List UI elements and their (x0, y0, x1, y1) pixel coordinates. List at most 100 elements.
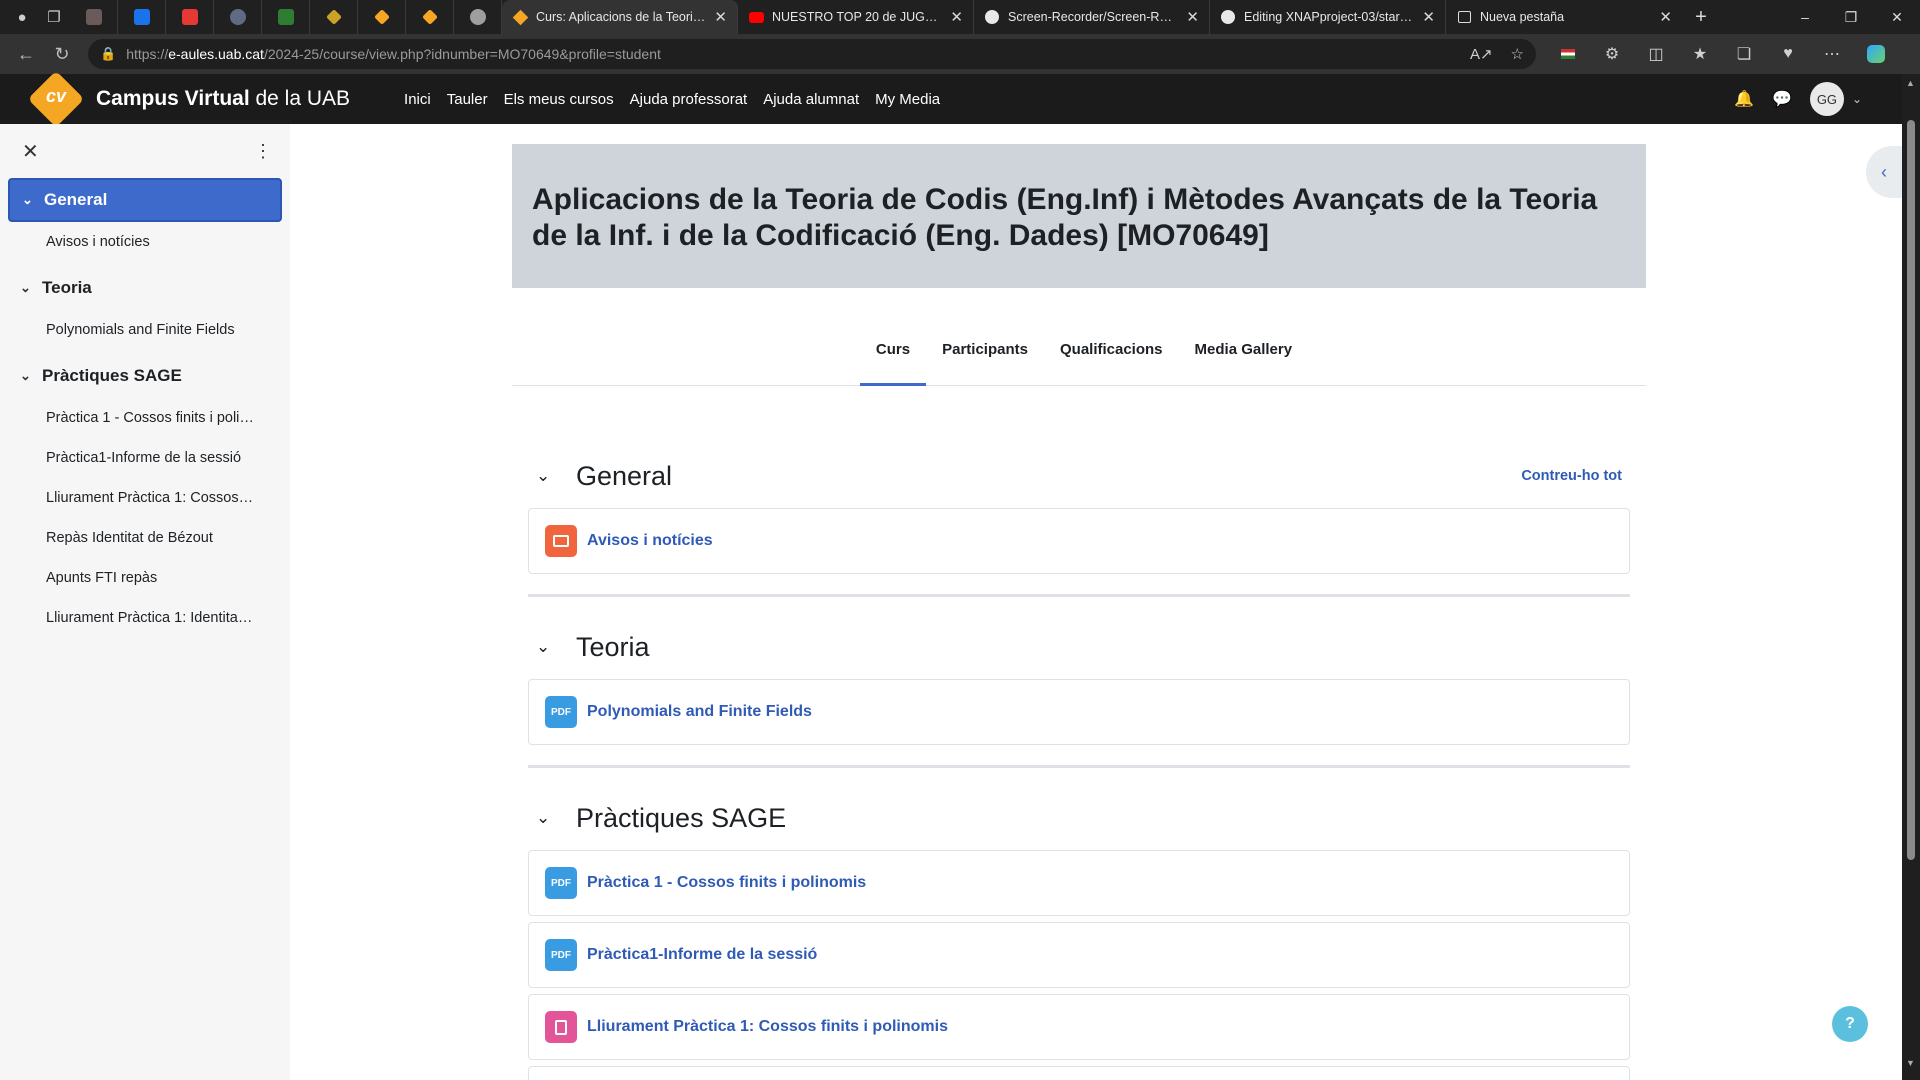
section-title[interactable]: Teoria (576, 632, 650, 663)
open-block-drawer-icon[interactable]: ‹ (1866, 146, 1902, 198)
activity-item[interactable]: Lliurament Pràctica 1: Cossos finits i p… (528, 994, 1630, 1060)
notifications-bell-icon[interactable]: 🔔 (1734, 89, 1754, 109)
profile-icon[interactable]: ● (6, 3, 38, 31)
scrollbar-thumb[interactable] (1907, 120, 1915, 860)
tab-github-editing[interactable]: Editing XNAPproject-03/starting ✕ (1210, 0, 1446, 34)
drawer-item[interactable]: Pràctica 1 - Cossos finits i polinomis (8, 398, 282, 438)
messages-icon[interactable]: 💬 (1772, 89, 1792, 109)
page-scrollbar[interactable]: ▲ ▼ (1902, 74, 1920, 1080)
nav-inici[interactable]: Inici (404, 91, 431, 108)
reload-icon[interactable]: ↻ (44, 38, 80, 70)
github-icon (1220, 9, 1236, 25)
restore-icon[interactable]: ❐ (1828, 0, 1874, 34)
tab-youtube[interactable]: NUESTRO TOP 20 de JUGADORE ✕ (738, 0, 974, 34)
address-bar: ← ↻ 🔒 https://e-aules.uab.cat/2024-25/co… (0, 34, 1920, 74)
chevron-down-icon[interactable]: ⌄ (528, 808, 576, 828)
section-title[interactable]: Pràctiques SAGE (576, 803, 786, 834)
chevron-down-icon[interactable]: ⌄ (20, 368, 42, 384)
nav-ajuda-professorat[interactable]: Ajuda professorat (630, 91, 748, 108)
drawer-item[interactable]: Polynomials and Finite Fields (8, 310, 282, 350)
nav-tauler[interactable]: Tauler (447, 91, 488, 108)
site-brand[interactable]: Campus Virtual de la UAB (96, 87, 350, 111)
chevron-down-icon[interactable]: ⌄ (22, 192, 44, 208)
chevron-down-icon[interactable]: ⌄ (528, 466, 576, 486)
collections-icon[interactable]: ❏ (1722, 38, 1766, 70)
drawer-item[interactable]: Repàs Identitat de Bézout (8, 518, 282, 558)
tab-media-gallery[interactable]: Media Gallery (1179, 336, 1309, 386)
activity-item[interactable]: Avisos i notícies (528, 508, 1630, 574)
tab-github-recorder[interactable]: Screen-Recorder/Screen-Record ✕ (974, 0, 1210, 34)
drawer-item[interactable]: Pràctica1-Informe de la sessió (8, 438, 282, 478)
help-button[interactable]: ? (1832, 1006, 1868, 1042)
course-tabs: Curs Participants Qualificacions Media G… (512, 336, 1646, 386)
favorite-star-icon[interactable]: ☆ (1511, 45, 1524, 63)
tab-participants[interactable]: Participants (926, 336, 1044, 386)
lock-icon[interactable]: 🔒 (100, 46, 116, 62)
tab-new[interactable]: Nueva pestaña ✕ (1446, 0, 1682, 34)
pinned-tab[interactable] (70, 0, 118, 34)
activity-item[interactable]: PDF Pràctica1-Informe de la sessió (528, 922, 1630, 988)
collapse-all-link[interactable]: Contreu-ho tot (1521, 468, 1622, 484)
workspaces-icon[interactable]: ❐ (38, 3, 70, 31)
close-icon[interactable]: ✕ (950, 8, 963, 26)
section-title[interactable]: General (576, 461, 672, 492)
url-field[interactable]: 🔒 https://e-aules.uab.cat/2024-25/course… (88, 39, 1536, 69)
drawer-item[interactable]: Lliurament Pràctica 1: Cossos finits i p… (8, 478, 282, 518)
drawer-item[interactable]: Apunts FTI repàs (8, 558, 282, 598)
avatar[interactable]: GG (1809, 82, 1844, 116)
chevron-down-icon[interactable]: ⌄ (1852, 92, 1862, 106)
pinned-tab[interactable] (262, 0, 310, 34)
scroll-up-icon[interactable]: ▲ (1906, 78, 1915, 88)
drawer-section-practiques: ⌄ Pràctiques SAGE Pràctica 1 - Cossos fin… (8, 354, 282, 638)
favorites-icon[interactable]: ★ (1678, 38, 1722, 70)
chevron-down-icon[interactable]: ⌄ (528, 637, 576, 657)
read-aloud-icon[interactable]: A↗ (1470, 45, 1493, 63)
split-screen-icon[interactable]: ◫ (1634, 38, 1678, 70)
browser-essentials-icon[interactable]: ♥ (1766, 38, 1810, 70)
more-icon[interactable]: ⋯ (1810, 38, 1854, 70)
pinned-tab[interactable] (406, 0, 454, 34)
activity-item[interactable] (528, 1066, 1630, 1080)
pinned-tab[interactable] (214, 0, 262, 34)
back-icon[interactable]: ← (8, 38, 44, 70)
section-divider (528, 594, 1630, 597)
drawer-item[interactable]: Lliurament Pràctica 1: Identitat de Bézo… (8, 598, 282, 638)
pinned-tab[interactable] (358, 0, 406, 34)
close-window-icon[interactable]: ✕ (1874, 0, 1920, 34)
nav-my-media[interactable]: My Media (875, 91, 940, 108)
window-controls: – ❐ ✕ (1782, 0, 1920, 34)
activity-item[interactable]: PDF Pràctica 1 - Cossos finits i polinom… (528, 850, 1630, 916)
pinned-tab[interactable] (310, 0, 358, 34)
extension-flag-icon[interactable] (1546, 38, 1590, 70)
nav-els-meus-cursos[interactable]: Els meus cursos (504, 91, 614, 108)
chevron-down-icon[interactable]: ⌄ (20, 280, 42, 296)
copilot-icon[interactable] (1854, 38, 1898, 70)
activity-item[interactable]: PDF Polynomials and Finite Fields (528, 679, 1630, 745)
scroll-down-icon[interactable]: ▼ (1906, 1058, 1915, 1068)
tab-qualificacions[interactable]: Qualificacions (1044, 336, 1179, 386)
drawer-section-title[interactable]: ⌄ Teoria (8, 266, 282, 310)
pinned-tab[interactable] (166, 0, 214, 34)
kebab-menu-icon[interactable]: ⋮ (254, 141, 272, 162)
close-icon[interactable]: ✕ (714, 8, 727, 26)
tab-curs[interactable]: Curs (859, 336, 927, 386)
close-icon[interactable]: ✕ (1659, 8, 1672, 26)
pdf-icon: PDF (545, 939, 577, 971)
pinned-tab[interactable] (454, 0, 502, 34)
drawer-section-teoria: ⌄ Teoria Polynomials and Finite Fields (8, 266, 282, 350)
close-icon[interactable]: ✕ (1422, 8, 1435, 26)
course-section-practiques: ⌄ Pràctiques SAGE PDF Pràctica 1 - Cosso… (512, 796, 1646, 1080)
drawer-item[interactable]: Avisos i notícies (8, 222, 282, 262)
drawer-section-title[interactable]: ⌄ Pràctiques SAGE (8, 354, 282, 398)
pinned-tab[interactable] (118, 0, 166, 34)
extensions-icon[interactable]: ⚙ (1590, 38, 1634, 70)
nav-ajuda-alumnat[interactable]: Ajuda alumnat (763, 91, 859, 108)
close-drawer-icon[interactable]: ✕ (22, 139, 39, 164)
drawer-section-title[interactable]: ⌄ General (8, 178, 282, 222)
page-content: ✕ ⋮ ⌄ General Avisos i notícies ⌄ Teoria P… (0, 124, 1902, 1080)
campus-logo[interactable]: cv (24, 70, 92, 128)
tab-course[interactable]: Curs: Aplicacions de la Teoria de ✕ (502, 0, 738, 34)
minimize-icon[interactable]: – (1782, 0, 1828, 34)
new-tab-button[interactable]: + (1682, 0, 1720, 34)
close-icon[interactable]: ✕ (1186, 8, 1199, 26)
